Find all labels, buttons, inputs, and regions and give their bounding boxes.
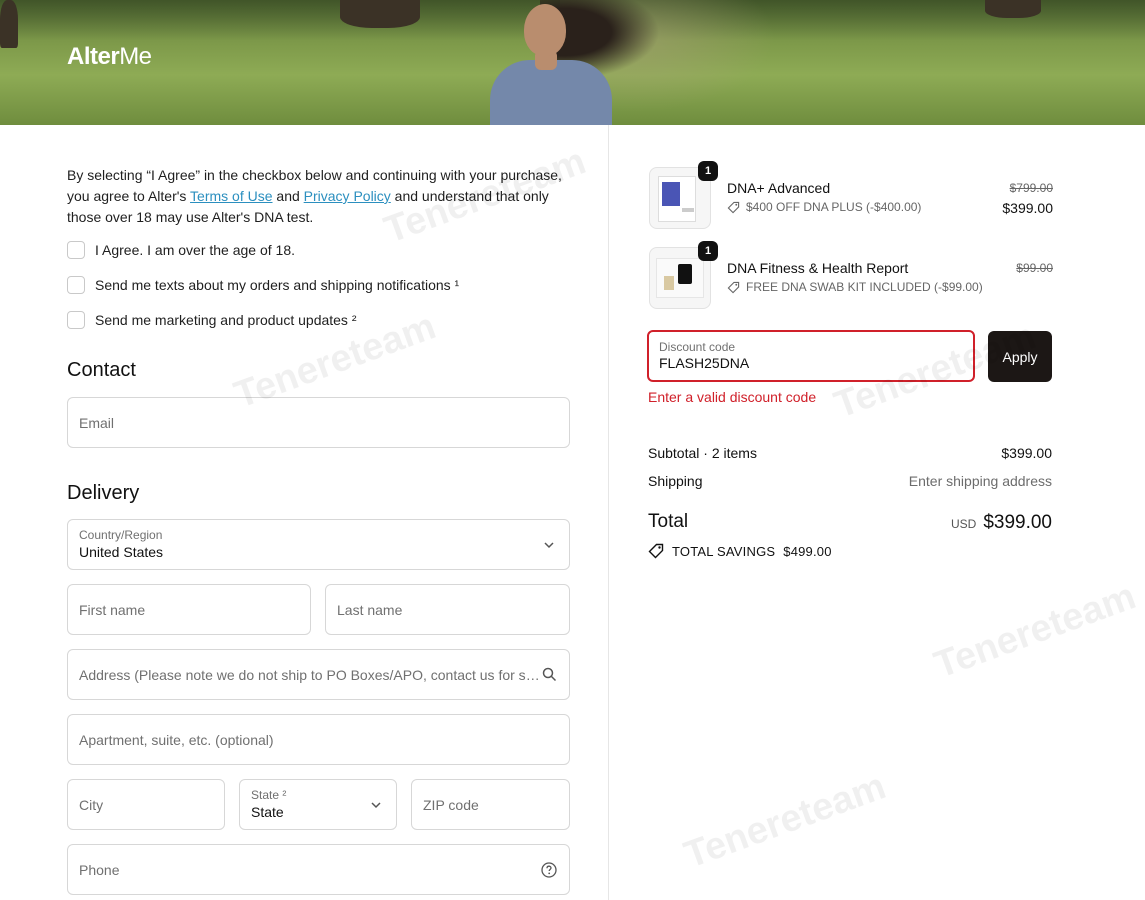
cart-item: 1 DNA Fitness & Health Report FREE DNA S… [649,241,1053,311]
item-original-price: $799.00 [1009,181,1053,195]
discount-code-label: Discount code [659,340,736,354]
brand-logo[interactable]: AlterMe [67,43,152,71]
marketing-checkbox[interactable] [67,311,85,329]
subtotal-value: $399.00 [1001,445,1052,461]
privacy-link[interactable]: Privacy Policy [304,188,391,204]
texts-checkbox-row[interactable]: Send me texts about my orders and shippi… [67,276,459,294]
email-field[interactable]: Email [67,397,570,448]
quantity-badge: 1 [698,161,718,181]
shipping-value: Enter shipping address [908,473,1052,489]
marketing-checkbox-row[interactable]: Send me marketing and product updates ² [67,311,357,329]
consent-text: By selecting “I Agree” in the checkbox b… [67,165,572,228]
address-field[interactable]: Address (Please note we do not ship to P… [67,649,570,700]
tag-icon [648,543,664,559]
shipping-row: Shipping Enter shipping address [648,473,1052,489]
total-label: Total [648,511,689,532]
subtotal-row: Subtotal · 2 items $399.00 [648,445,1052,461]
total-savings-label: TOTAL SAVINGS [672,543,776,559]
item-price: $399.00 [1002,200,1053,216]
apartment-placeholder: Apartment, suite, etc. (optional) [79,731,274,748]
item-discount-text: $400 OFF DNA PLUS (-$400.00) [746,200,922,214]
last-name-placeholder: Last name [337,601,403,618]
country-label: Country/Region [79,528,163,542]
first-name-placeholder: First name [79,601,146,618]
tag-icon [727,281,740,293]
tag-icon [727,201,740,213]
total-savings: TOTAL SAVINGS $499.00 [648,543,832,559]
discount-error-message: Enter a valid discount code [648,389,817,405]
total-amount: USD $399.00 [951,512,1052,534]
chevron-down-icon [541,537,557,553]
state-select[interactable]: State ² State [239,779,397,830]
checkout-form: By selecting “I Agree” in the checkbox b… [0,125,608,900]
last-name-field[interactable]: Last name [325,584,570,635]
phone-placeholder: Phone [79,861,120,878]
terms-link[interactable]: Terms of Use [190,188,272,204]
item-name: DNA Fitness & Health Report [727,260,909,276]
brand-logo-light: Me [119,43,152,70]
apartment-field[interactable]: Apartment, suite, etc. (optional) [67,714,570,765]
email-placeholder: Email [79,414,115,431]
agree-checkbox-row[interactable]: I Agree. I am over the age of 18. [67,241,295,259]
city-field[interactable]: City [67,779,225,830]
discount-code-value: FLASH25DNA [659,355,750,371]
shipping-label: Shipping [648,473,703,489]
subtotal-label: Subtotal · 2 items [648,445,757,461]
agree-checkbox-label: I Agree. I am over the age of 18. [95,242,296,258]
chevron-down-icon [368,797,384,813]
hero-tree-trunk [340,0,420,28]
total-savings-value: $499.00 [783,543,832,559]
quantity-badge: 1 [698,241,718,261]
city-placeholder: City [79,796,104,813]
discount-code-input[interactable]: Discount code FLASH25DNA [647,330,975,382]
country-value: United States [79,544,164,560]
total-row: Total USD $399.00 [648,511,1052,533]
item-name: DNA+ Advanced [727,180,831,196]
consent-text-and: and [272,188,304,204]
zip-field[interactable]: ZIP code [411,779,570,830]
item-discount: FREE DNA SWAB KIT INCLUDED (-$99.00) [727,280,983,294]
item-discount-text: FREE DNA SWAB KIT INCLUDED (-$99.00) [746,280,983,294]
hero-person-head [524,4,566,56]
texts-checkbox-label: Send me texts about my orders and shippi… [95,277,460,293]
item-original-price: $99.00 [1016,261,1053,275]
hero-tree-trunk [985,0,1041,18]
total-value: $399.00 [983,512,1052,533]
marketing-checkbox-label: Send me marketing and product updates ² [95,312,357,328]
phone-field[interactable]: Phone [67,844,570,895]
address-placeholder: Address (Please note we do not ship to P… [79,666,541,683]
first-name-field[interactable]: First name [67,584,311,635]
country-select[interactable]: Country/Region United States [67,519,570,570]
search-icon[interactable] [541,667,557,683]
item-discount: $400 OFF DNA PLUS (-$400.00) [727,200,921,214]
apply-discount-button[interactable]: Apply [988,331,1052,382]
hero-banner: AlterMe [0,0,1145,125]
texts-checkbox[interactable] [67,276,85,294]
hero-tree-trunk [0,0,18,48]
help-icon[interactable] [541,861,557,878]
delivery-title: Delivery [67,482,140,504]
brand-logo-bold: Alter [67,43,120,70]
contact-title: Contact [67,359,136,381]
total-currency: USD [950,517,977,531]
zip-placeholder: ZIP code [423,796,479,813]
agree-checkbox[interactable] [67,241,85,259]
cart-item: 1 DNA+ Advanced $400 OFF DNA PLUS (-$400… [649,161,1053,231]
state-label: State ² [251,788,287,802]
order-summary: 1 DNA+ Advanced $400 OFF DNA PLUS (-$400… [608,125,1145,900]
state-value: State [251,804,284,820]
